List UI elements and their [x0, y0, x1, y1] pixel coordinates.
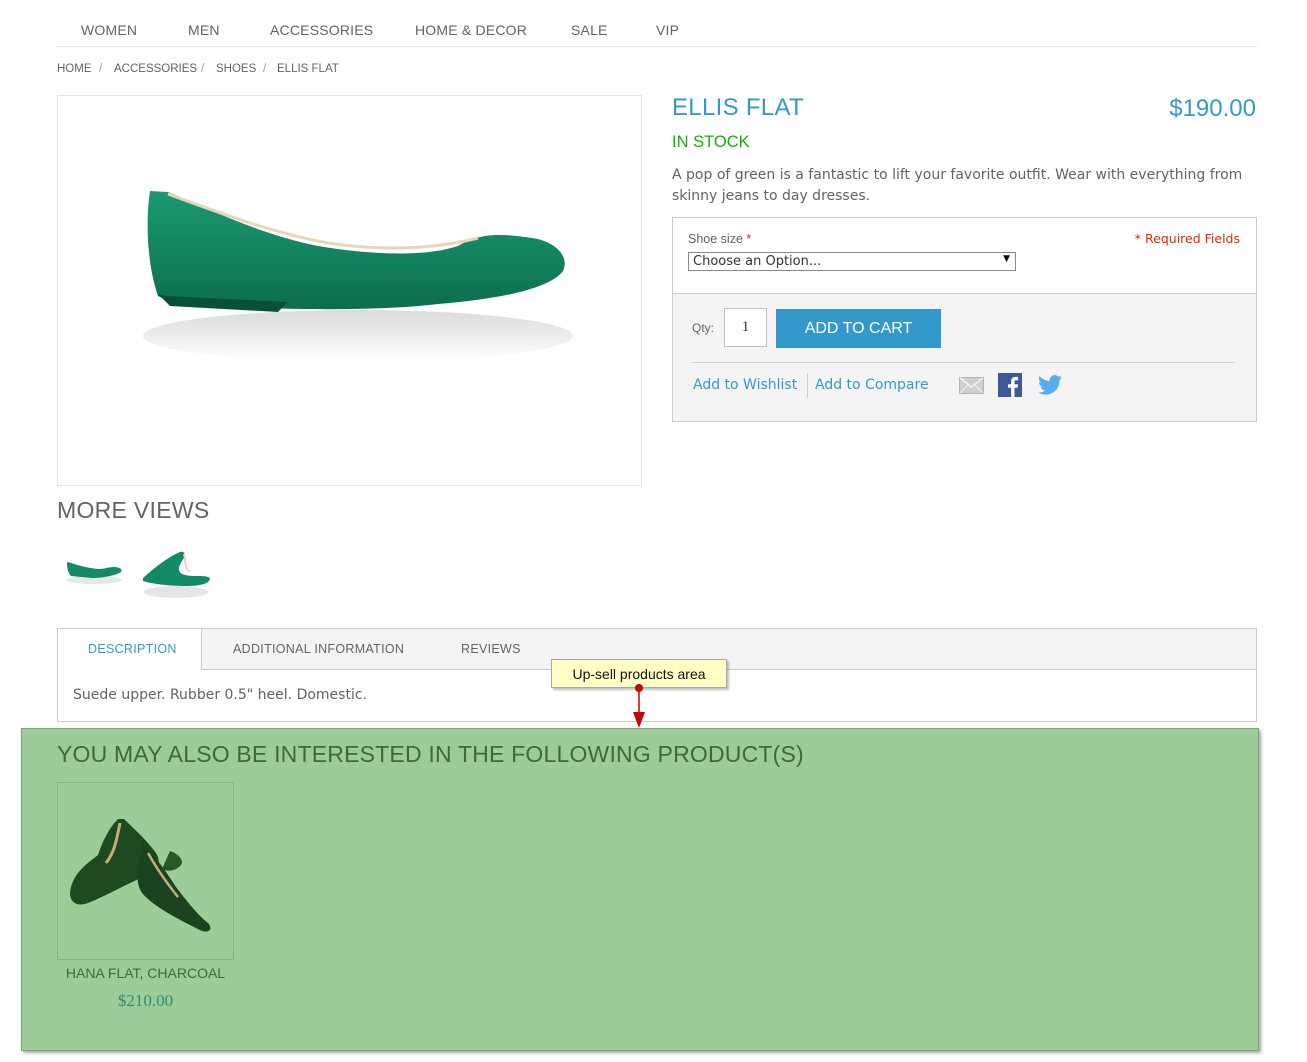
upsell-product-name[interactable]: HANA FLAT, CHARCOAL [57, 965, 234, 981]
thumbnail-angle-view[interactable] [140, 548, 212, 606]
twitter-icon[interactable] [1038, 375, 1062, 399]
product-name: ELLIS FLAT [672, 94, 804, 121]
green-flat-shoe-thumbnail-icon [66, 562, 122, 584]
breadcrumb-accessories[interactable]: ACCESSORIES [114, 63, 197, 75]
nav-item-women[interactable]: WOMEN [81, 22, 137, 38]
product-price: $190.00 [1169, 95, 1256, 122]
nav-item-sale[interactable]: SALE [571, 22, 608, 38]
callout-arrow [632, 682, 648, 734]
nav-item-accessories[interactable]: ACCESSORIES [270, 22, 373, 38]
upsell-product-image[interactable] [57, 782, 234, 960]
shoe-size-label-text: Shoe size [688, 232, 743, 246]
nav-item-home-decor[interactable]: HOME & DECOR [415, 22, 527, 38]
tab-description[interactable]: DESCRIPTION [88, 642, 177, 656]
add-to-cart-button[interactable]: ADD TO CART [776, 309, 941, 348]
upsell-product-price: $210.00 [117, 991, 174, 1010]
upsell-title: YOU MAY ALSO BE INTERESTED IN THE FOLLOW… [57, 741, 804, 767]
nav-item-vip[interactable]: VIP [656, 22, 679, 38]
more-views-title: MORE VIEWS [57, 497, 210, 523]
product-image-frame[interactable] [57, 95, 642, 486]
green-flat-shoe-image [143, 191, 573, 362]
breadcrumb-shoes[interactable]: SHOES [216, 63, 256, 75]
tab-additional-information[interactable]: ADDITIONAL INFORMATION [233, 642, 404, 656]
add-to-compare-link[interactable]: Add to Compare [815, 377, 929, 393]
qty-input[interactable]: 1 [724, 308, 767, 347]
breadcrumb-current: ELLIS FLAT [277, 63, 339, 75]
green-flat-shoe-thumbnail-icon [143, 551, 210, 598]
stock-status: IN STOCK [672, 133, 750, 151]
thumbnail-side-view[interactable] [62, 548, 128, 592]
facebook-icon[interactable] [998, 373, 1022, 401]
shoe-size-select[interactable]: Choose an Option... ▼ [688, 252, 1016, 271]
breadcrumb-separator: / [99, 63, 103, 75]
nav-item-men[interactable]: MEN [188, 22, 220, 38]
cart-divider [692, 362, 1235, 363]
main-nav: WOMEN MEN ACCESSORIES HOME & DECOR SALE … [57, 20, 1257, 47]
email-icon[interactable] [959, 375, 984, 399]
charcoal-flat-shoe-image [70, 819, 211, 932]
breadcrumb-home[interactable]: HOME [57, 63, 92, 75]
shoe-size-select-value: Choose an Option... [693, 254, 822, 269]
shoe-size-label: Shoe size * [688, 232, 751, 246]
required-star: * [746, 232, 752, 246]
tab-description-content: Suede upper. Rubber 0.5" heel. Domestic. [73, 687, 367, 703]
product-short-description: A pop of green is a fantastic to lift yo… [672, 167, 1243, 204]
link-separator [807, 373, 808, 398]
required-fields-note: * Required Fields [1134, 231, 1240, 246]
add-to-wishlist-link[interactable]: Add to Wishlist [693, 377, 797, 393]
breadcrumb-separator: / [201, 63, 205, 75]
dropdown-arrow-icon: ▼ [1003, 254, 1010, 264]
tab-reviews[interactable]: REVIEWS [461, 642, 521, 656]
breadcrumb-separator: / [263, 63, 267, 75]
qty-label: Qty: [692, 321, 715, 335]
